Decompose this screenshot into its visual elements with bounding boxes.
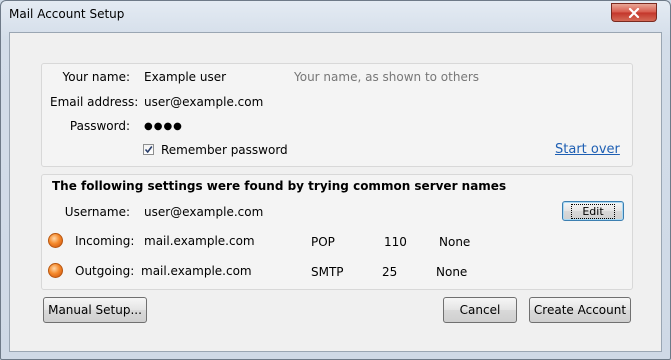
username-value: user@example.com: [144, 205, 264, 219]
remember-password-checkbox[interactable]: [143, 144, 154, 155]
email-address-field[interactable]: user@example.com: [144, 95, 263, 109]
incoming-security: None: [439, 235, 471, 249]
password-field[interactable]: ●●●●: [144, 121, 183, 132]
outgoing-server: mail.example.com: [141, 264, 252, 278]
password-label: Password:: [69, 119, 130, 133]
window-title: Mail Account Setup: [9, 7, 125, 21]
settings-found-heading: The following settings were found by try…: [52, 179, 507, 193]
incoming-protocol: POP: [311, 235, 335, 249]
manual-setup-button[interactable]: Manual Setup...: [43, 297, 147, 323]
your-name-field[interactable]: Example user: [144, 70, 226, 84]
start-over-link[interactable]: Start over: [555, 142, 620, 157]
outgoing-label: Outgoing:: [75, 264, 135, 278]
dialog-client-area: Your name: Example user Your name, as sh…: [9, 32, 662, 352]
cancel-button[interactable]: Cancel: [443, 297, 517, 323]
edit-button[interactable]: Edit: [562, 201, 624, 221]
username-label: Username:: [64, 205, 130, 219]
your-name-hint: Your name, as shown to others: [294, 70, 480, 84]
remember-password-label[interactable]: Remember password: [161, 143, 288, 157]
close-icon: [628, 7, 640, 18]
outgoing-protocol: SMTP: [311, 265, 344, 279]
outgoing-status-icon: [48, 263, 63, 278]
close-button[interactable]: [611, 3, 657, 22]
email-address-label: Email address:: [50, 95, 139, 109]
your-name-label: Your name:: [62, 70, 130, 84]
create-account-button[interactable]: Create Account: [529, 297, 631, 323]
dialog-window: Mail Account Setup Your name: Example us…: [0, 0, 671, 360]
incoming-port: 110: [384, 235, 407, 249]
checkmark-icon: [144, 146, 153, 154]
incoming-server: mail.example.com: [144, 234, 255, 248]
incoming-status-icon: [48, 233, 63, 248]
outgoing-port: 25: [382, 265, 398, 279]
outgoing-security: None: [436, 265, 468, 279]
edit-button-label: Edit: [571, 203, 615, 219]
incoming-label: Incoming:: [75, 234, 135, 248]
